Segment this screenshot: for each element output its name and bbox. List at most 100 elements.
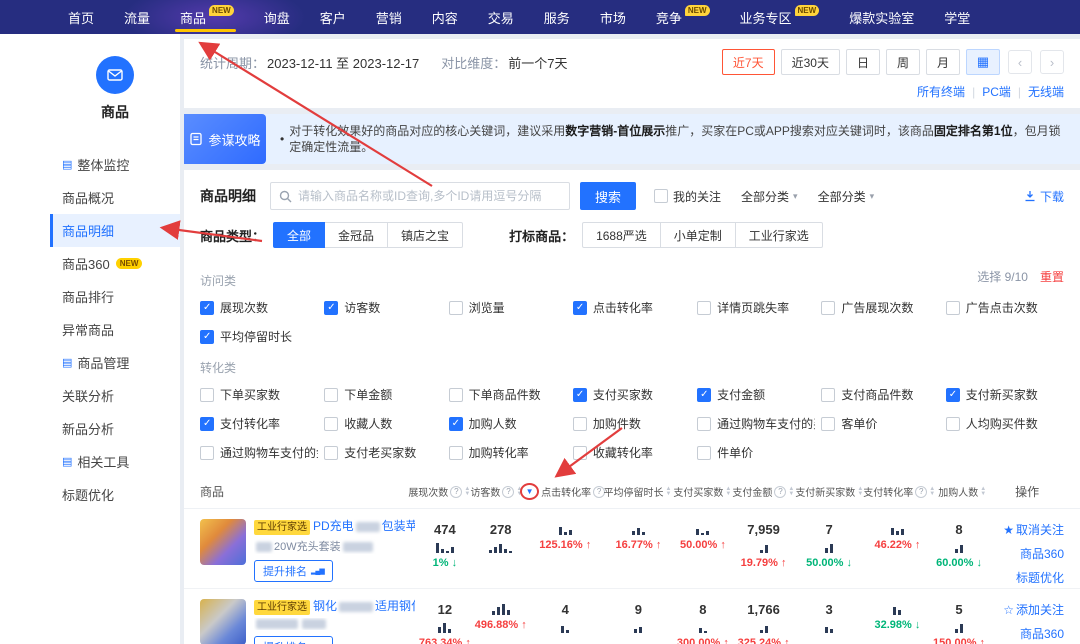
th-pay-amount[interactable]: 支付金额?▲▼	[732, 484, 794, 499]
category-select-1[interactable]: 全部分类▾	[741, 188, 798, 205]
checkbox[interactable]	[449, 301, 463, 315]
help-icon[interactable]: ?	[450, 486, 462, 498]
range-30d-button[interactable]: 近30天	[781, 49, 840, 75]
nav-tab-academy[interactable]: 学堂	[944, 0, 970, 34]
nav-tab-business-zone[interactable]: 业务专区NEW	[740, 0, 820, 34]
calendar-button[interactable]: ▦	[966, 49, 1000, 75]
checkbox[interactable]	[324, 417, 338, 431]
range-7d-button[interactable]: 近7天	[722, 49, 775, 75]
range-week-button[interactable]: 周	[886, 49, 920, 75]
sort-icon[interactable]: ▲▼	[665, 487, 671, 496]
nav-tab-hot-lab[interactable]: 爆款实验室	[849, 0, 914, 34]
my-follow-filter[interactable]: 我的关注	[654, 188, 721, 205]
filter-pageviews[interactable]: 浏览量	[449, 299, 567, 316]
checkbox[interactable]	[821, 301, 835, 315]
checkbox[interactable]	[946, 417, 960, 431]
sidebar-item-product-detail[interactable]: 商品明细	[50, 214, 180, 247]
product-image[interactable]	[200, 599, 246, 644]
sort-icon[interactable]: ▲▼	[980, 487, 986, 496]
checkbox[interactable]	[200, 417, 214, 431]
filter-avg-order-value[interactable]: 客单价	[821, 415, 939, 432]
th-click-rate[interactable]: ▼点击转化率?	[523, 483, 603, 500]
product-title[interactable]: 工业行家选PD充电包装苹果PD线包装	[254, 519, 415, 535]
filter-ad-clicks[interactable]: 广告点击次数	[946, 299, 1064, 316]
sidebar-item-title-optimization[interactable]: 标题优化	[50, 478, 180, 511]
sidebar-item-product-management[interactable]: ▤商品管理	[50, 346, 180, 379]
sidebar-item-abnormal-products[interactable]: 异常商品	[50, 313, 180, 346]
boost-rank-button[interactable]: 提升排名▂▄▆	[254, 636, 333, 644]
checkbox[interactable]	[573, 417, 587, 431]
filter-pay-items[interactable]: 支付商品件数	[821, 386, 939, 403]
help-icon[interactable]: ?	[502, 486, 514, 498]
search-input[interactable]	[298, 189, 561, 203]
nav-tab-home[interactable]: 首页	[68, 0, 94, 34]
filter-unit-price[interactable]: 件单价	[697, 444, 815, 461]
filter-items-per-buyer[interactable]: 人均购买件数	[946, 415, 1064, 432]
download-button[interactable]: 下载	[1024, 188, 1064, 205]
follow-button[interactable]: ☆添加关注	[1003, 601, 1064, 618]
th-avg-stay[interactable]: 平均停留时长▲▼	[603, 484, 673, 499]
sidebar-item-related-tools[interactable]: ▤相关工具	[50, 445, 180, 478]
next-period-button[interactable]: ›	[1040, 50, 1064, 74]
terminal-link-all[interactable]: 所有终端	[917, 83, 965, 100]
mark-tab-industry-expert[interactable]: 工业行家选	[735, 222, 823, 248]
checkbox[interactable]	[697, 446, 711, 460]
filter-ad-impressions[interactable]: 广告展现次数	[821, 299, 939, 316]
checkbox[interactable]	[449, 388, 463, 402]
nav-tab-marketing[interactable]: 营销	[376, 0, 402, 34]
filter-order-buyers[interactable]: 下单买家数	[200, 386, 318, 403]
nav-tab-competition[interactable]: 竞争NEW	[656, 0, 710, 34]
nav-tab-content[interactable]: 内容	[432, 0, 458, 34]
type-tab-gold-crown[interactable]: 金冠品	[324, 222, 388, 248]
terminal-link-wireless[interactable]: 无线端	[1028, 83, 1064, 100]
range-month-button[interactable]: 月	[926, 49, 960, 75]
reset-button[interactable]: 重置	[1040, 268, 1064, 285]
sidebar-item-product-360[interactable]: 商品360NEW	[50, 247, 180, 280]
nav-tab-customer[interactable]: 客户	[320, 0, 346, 34]
checkbox[interactable]	[573, 301, 587, 315]
filter-click-rate[interactable]: 点击转化率	[573, 299, 691, 316]
filter-pay-old-buyers[interactable]: 支付老买家数	[324, 444, 442, 461]
sidebar-item-association-analysis[interactable]: 关联分析	[50, 379, 180, 412]
my-follow-checkbox[interactable]	[654, 189, 668, 203]
boost-rank-button[interactable]: 提升排名▂▄▆	[254, 560, 333, 582]
mark-tab-1688-select[interactable]: 1688严选	[582, 222, 661, 248]
filter-pay-buyers[interactable]: 支付买家数	[573, 386, 691, 403]
checkbox[interactable]	[449, 446, 463, 460]
help-icon[interactable]: ?	[774, 486, 786, 498]
filter-visitors[interactable]: 访客数	[324, 299, 442, 316]
sidebar-item-new-product-analysis[interactable]: 新品分析	[50, 412, 180, 445]
sidebar-item-product-ranking[interactable]: 商品排行	[50, 280, 180, 313]
filter-order-amount[interactable]: 下单金额	[324, 386, 442, 403]
search-button[interactable]: 搜索	[580, 182, 636, 210]
filter-cart-pay-buyers[interactable]: 通过购物车支付的买家数	[697, 415, 815, 432]
th-cart-adds[interactable]: 加购人数▲▼	[934, 484, 990, 499]
checkbox[interactable]	[200, 388, 214, 402]
filter-order-items[interactable]: 下单商品件数	[449, 386, 567, 403]
type-tab-all[interactable]: 全部	[273, 222, 325, 248]
checkbox[interactable]	[697, 301, 711, 315]
checkbox[interactable]	[200, 446, 214, 460]
nav-tab-market[interactable]: 市场	[600, 0, 626, 34]
nav-tab-traffic[interactable]: 流量	[124, 0, 150, 34]
checkbox[interactable]	[573, 446, 587, 460]
mark-tab-small-order[interactable]: 小单定制	[660, 222, 736, 248]
filter-pay-amount[interactable]: 支付金额	[697, 386, 815, 403]
filter-cart-pay-amount[interactable]: 通过购物车支付的金额	[200, 444, 318, 461]
th-new-buyers[interactable]: 支付新买家数▲▼	[794, 484, 864, 499]
checkbox[interactable]	[821, 417, 835, 431]
filter-cart-users[interactable]: 加购人数	[449, 415, 567, 432]
checkbox[interactable]	[946, 388, 960, 402]
product-image[interactable]	[200, 519, 246, 565]
filter-fav-count[interactable]: 收藏人数	[324, 415, 442, 432]
range-day-button[interactable]: 日	[846, 49, 880, 75]
active-sort-caret-circled[interactable]: ▼	[520, 483, 539, 500]
nav-tab-product[interactable]: 商品NEW	[180, 0, 234, 34]
checkbox[interactable]	[200, 330, 214, 344]
nav-tab-service[interactable]: 服务	[544, 0, 570, 34]
product-title[interactable]: 工业行家选钢化适用钢化膜	[254, 599, 415, 615]
product-360-link[interactable]: 商品360	[1020, 545, 1064, 562]
filter-fav-rate[interactable]: 收藏转化率	[573, 444, 691, 461]
checkbox[interactable]	[324, 446, 338, 460]
terminal-link-pc[interactable]: PC端	[982, 83, 1011, 100]
